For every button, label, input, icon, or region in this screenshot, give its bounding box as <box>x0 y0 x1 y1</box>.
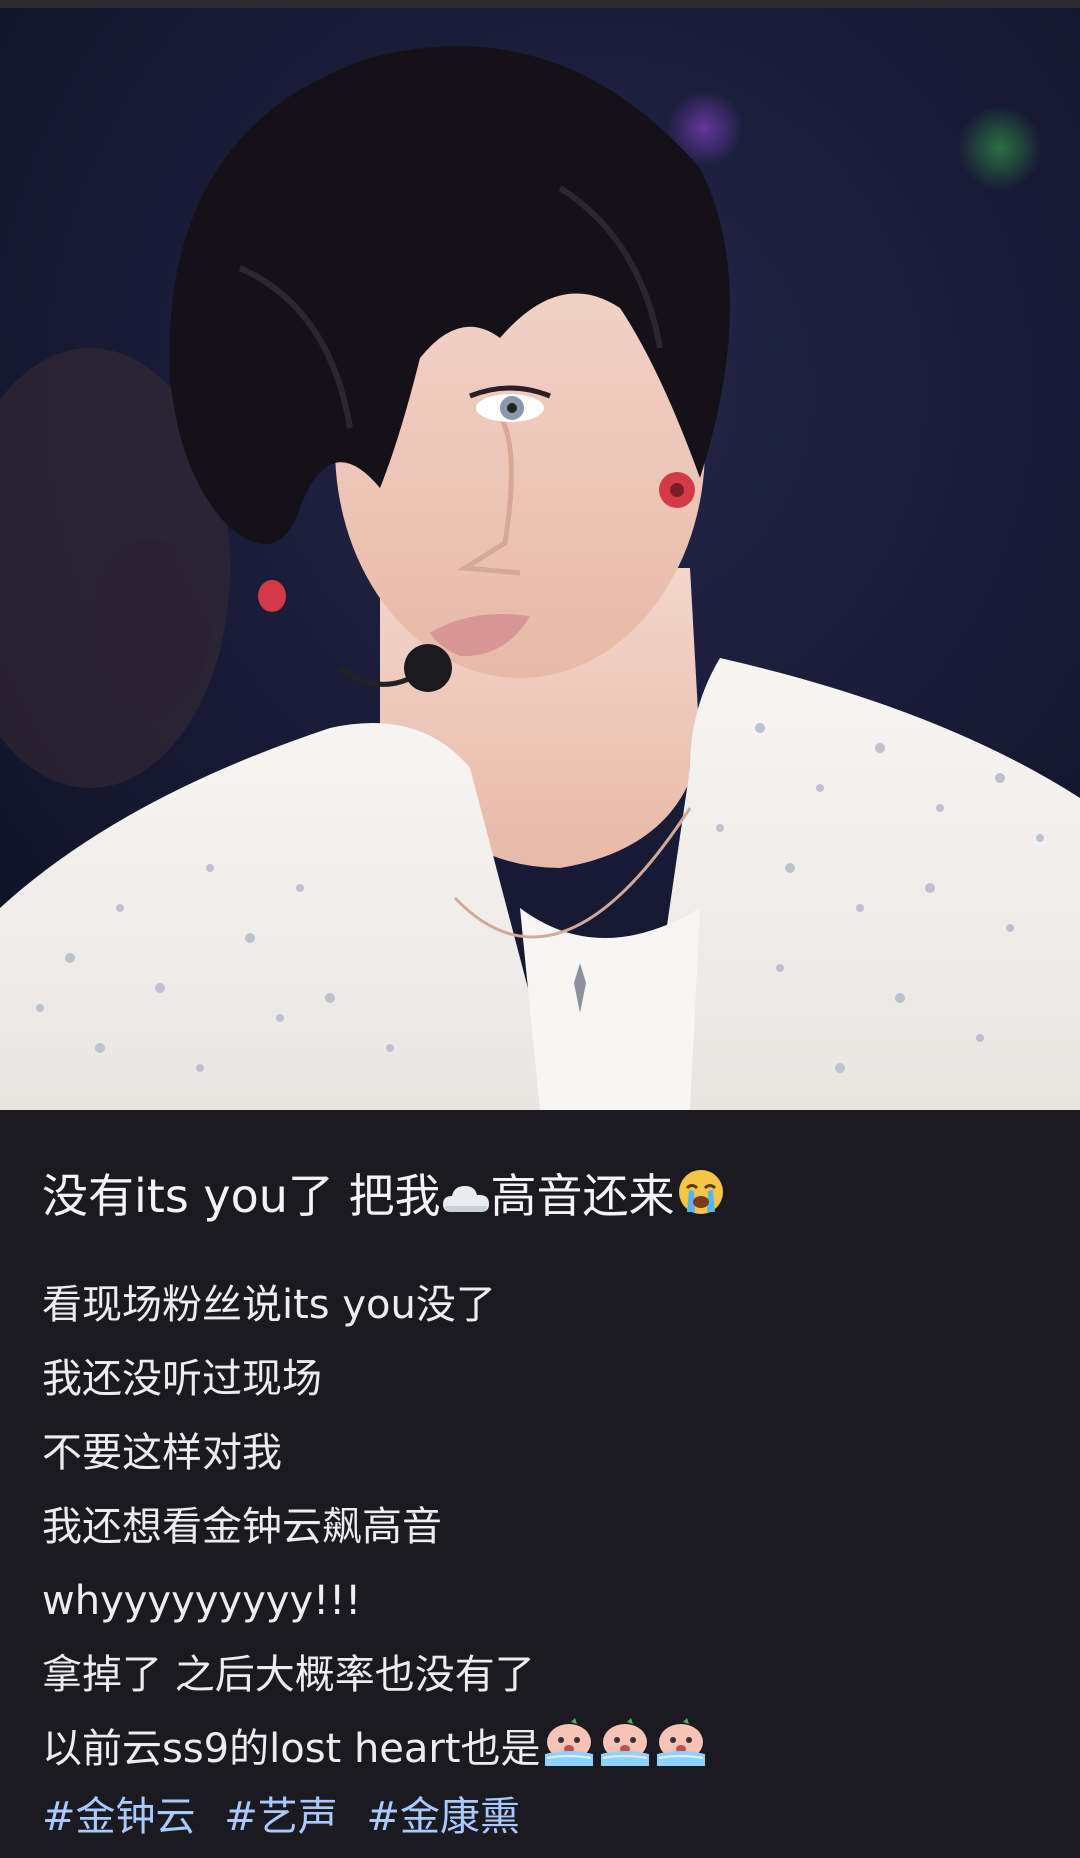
body-line: 我还没听过现场 <box>42 1356 322 1402</box>
body-line: 我还想看金钟云飙高音 <box>42 1504 442 1550</box>
crying-peach-sticker-icon <box>541 1718 597 1768</box>
body-line: 看现场粉丝说its you没了 <box>42 1282 496 1328</box>
hashtag-link[interactable]: #金钟云 <box>42 1794 196 1840</box>
body-line: 不要这样对我 <box>42 1430 282 1476</box>
post-title: 没有its you了 把我 高音还来 <box>42 1166 727 1226</box>
hashtag-link[interactable]: #金康熏 <box>366 1794 520 1840</box>
crying-face-icon <box>675 1166 727 1218</box>
crying-peach-sticker-icon <box>597 1718 653 1768</box>
post-title-text-after: 高音还来 <box>490 1169 675 1223</box>
hashtag-link[interactable]: #艺声 <box>224 1794 338 1840</box>
body-line: whyyyyyyyyy!!! <box>42 1578 362 1624</box>
post-photo[interactable] <box>0 8 1080 1110</box>
concert-performer-illustration <box>0 8 1080 1110</box>
hashtag-row: #金钟云 #艺声 #金康熏 <box>42 1780 536 1854</box>
body-line: 拿掉了 之后大概率也没有了 <box>42 1652 535 1698</box>
body-line-with-stickers: 以前云ss9的lost heart也是 <box>42 1712 1042 1786</box>
crying-peach-sticker-icon <box>653 1718 709 1768</box>
cloud-icon <box>441 1178 491 1218</box>
post-body: 看现场粉丝说its you没了 我还没听过现场 不要这样对我 我还想看金钟云飙高… <box>42 1268 1042 1786</box>
body-line-text: 以前云ss9的lost heart也是 <box>42 1726 541 1772</box>
top-status-strip <box>0 0 1080 8</box>
post-title-text: 没有its you了 把我 <box>42 1169 441 1223</box>
